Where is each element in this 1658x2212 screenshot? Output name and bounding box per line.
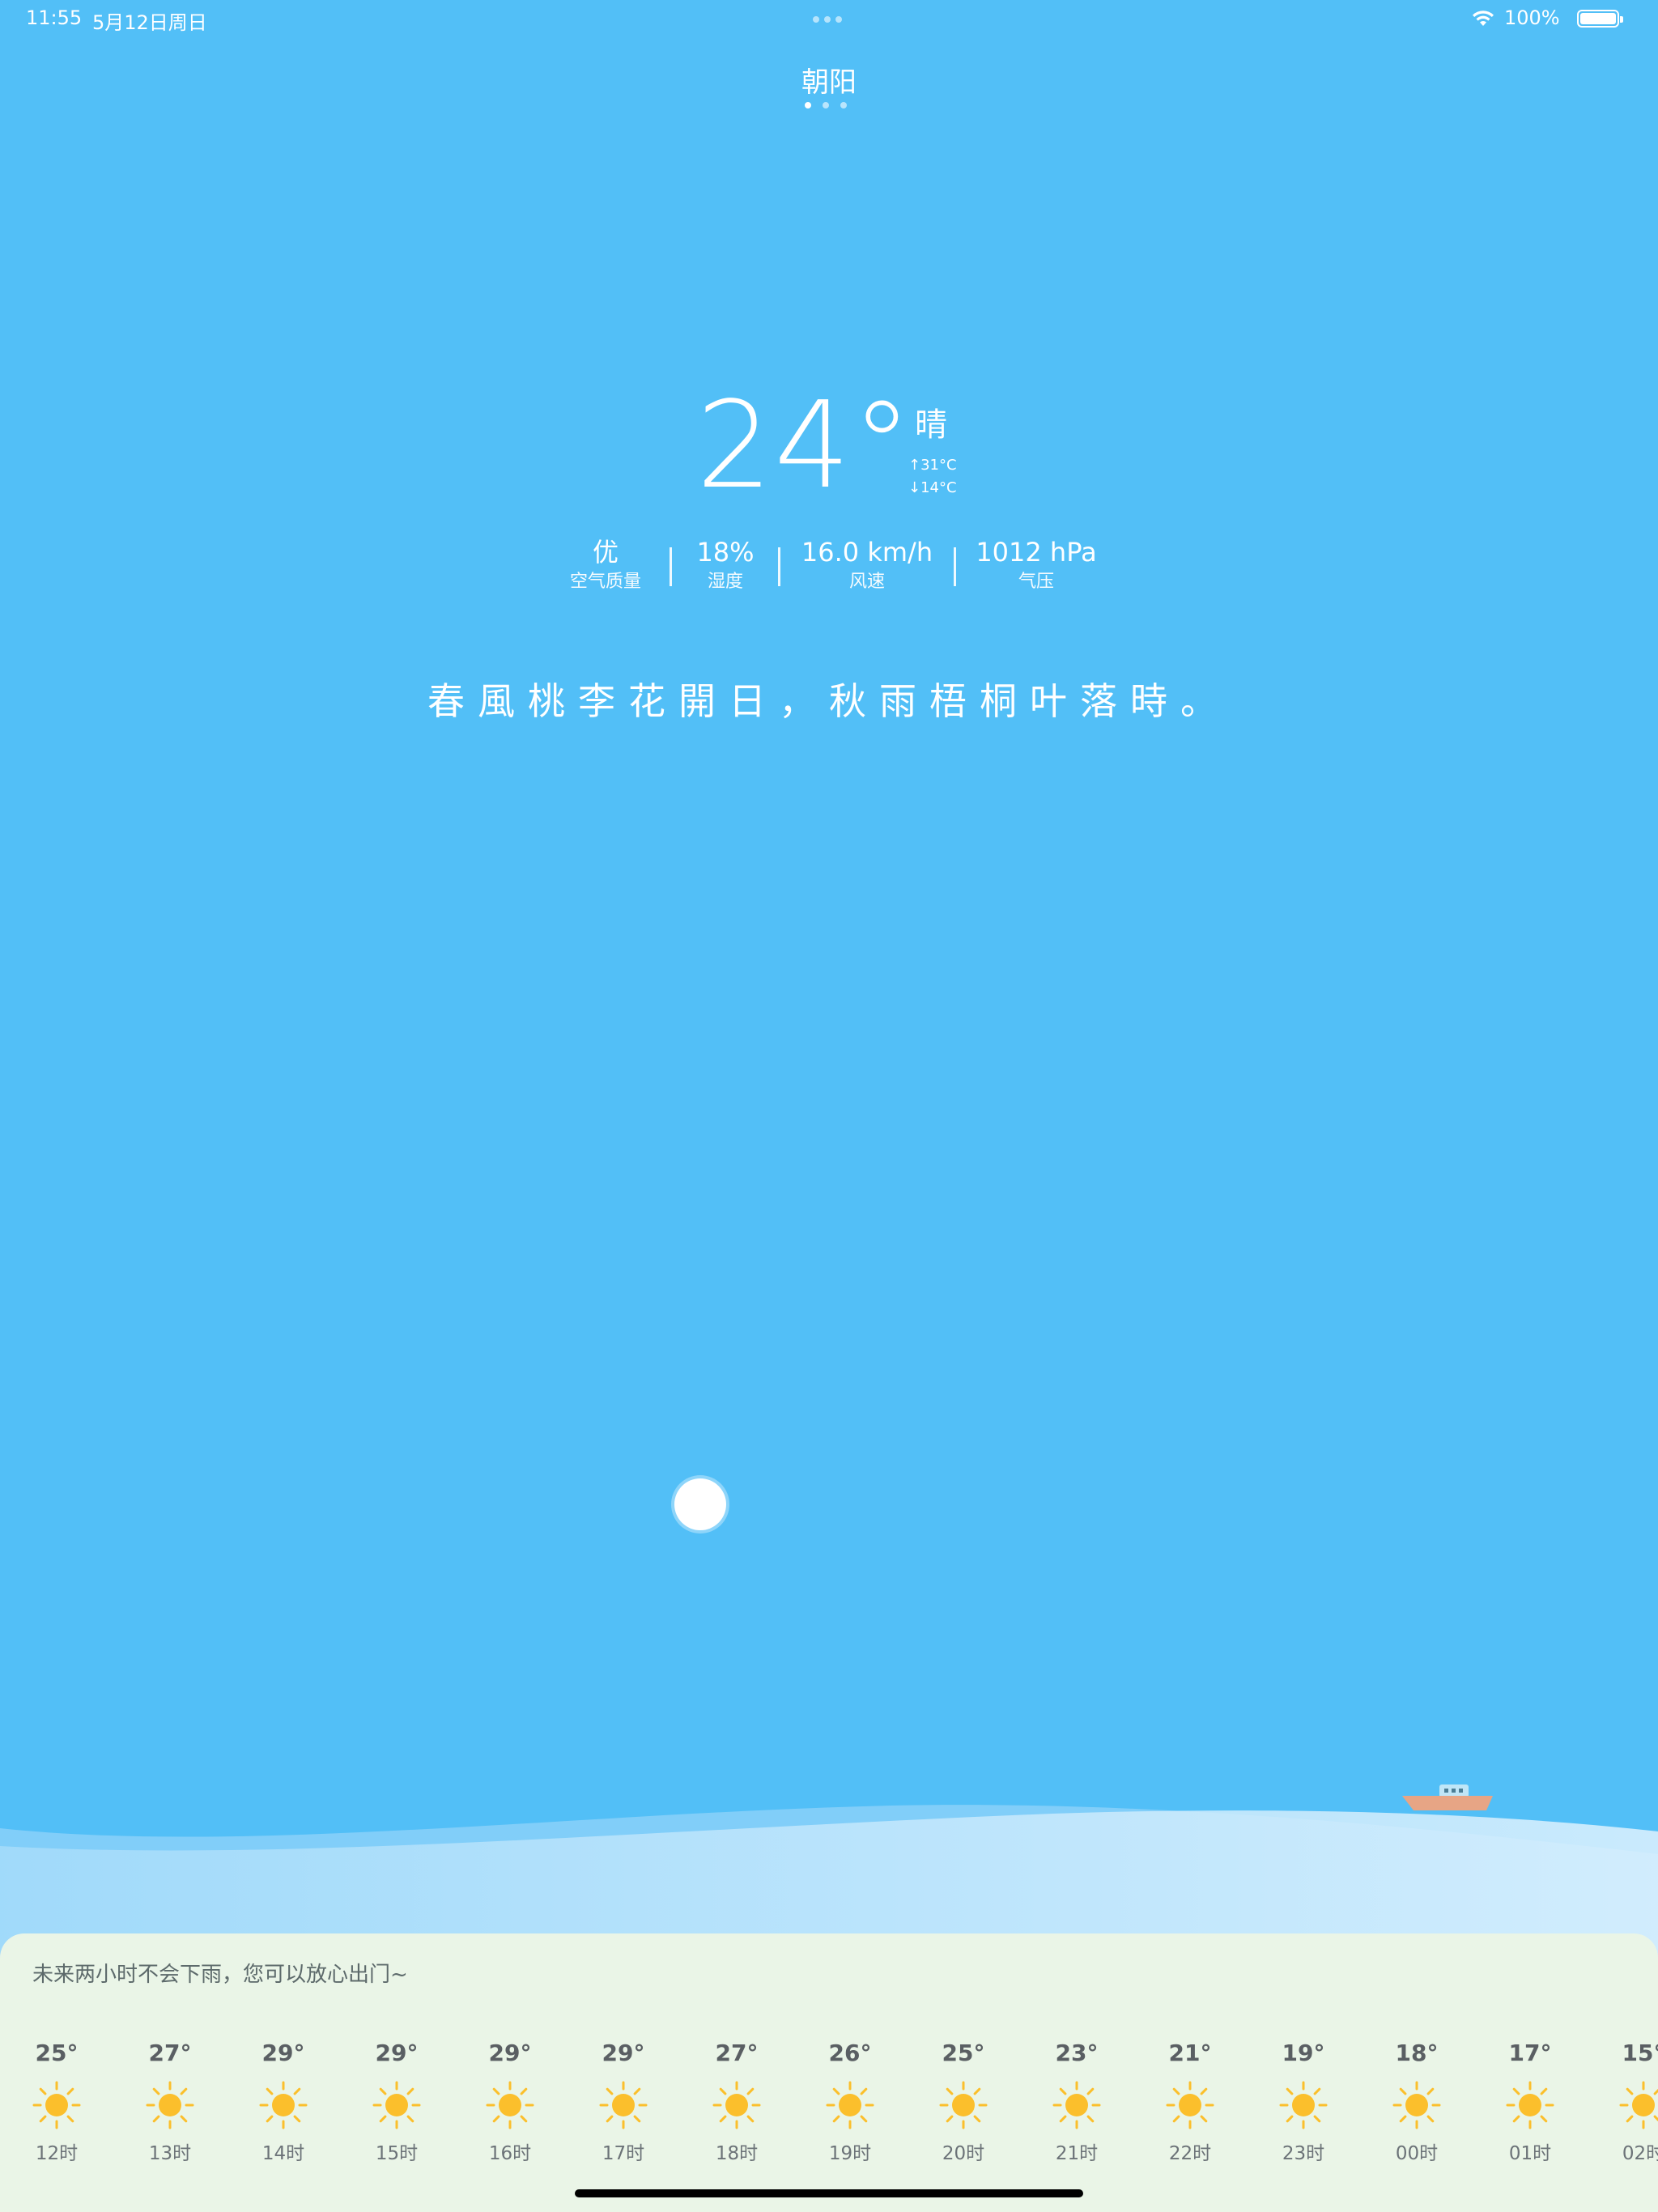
forecast-time: 17时 <box>602 2143 645 2164</box>
sun-icon <box>826 2081 874 2129</box>
stat-wind-speed: 16.0 km/h 风速 <box>790 534 944 594</box>
sun-icon <box>486 2081 534 2129</box>
sun-icon <box>1392 2081 1441 2129</box>
forecast-hour: 27° 13时 <box>121 2037 219 2165</box>
forecast-hour: 27° 18时 <box>688 2037 785 2165</box>
forecast-time: 12时 <box>35 2143 79 2164</box>
battery-percent: 100% <box>1504 6 1560 29</box>
stat-value: 优 <box>592 537 619 568</box>
sun-icon <box>939 2081 988 2129</box>
forecast-time: 16时 <box>488 2143 532 2164</box>
sun-icon <box>712 2081 761 2129</box>
home-indicator[interactable] <box>575 2189 1083 2197</box>
forecast-time: 18时 <box>715 2143 759 2164</box>
forecast-hour: 19° 23时 <box>1255 2037 1352 2165</box>
sun-icon <box>1052 2081 1101 2129</box>
forecast-hour: 29° 14时 <box>235 2037 332 2165</box>
stat-value: 1012 hPa <box>976 537 1097 568</box>
forecast-hour: 29° 17时 <box>575 2037 672 2165</box>
hourly-forecast-panel[interactable]: 未来两小时不会下雨，您可以放心出门~ 25° 12时 27° 13时 29° 14时 29°… <box>0 1933 1658 2212</box>
divider <box>954 547 956 586</box>
forecast-hour: 17° 01时 <box>1482 2037 1579 2165</box>
forecast-time: 20时 <box>942 2143 985 2164</box>
weather-screen: 11:55 5月12日周日 100% 朝阳 24° 晴 ↑31°C ↓14°C <box>0 0 1658 2212</box>
sun-icon <box>32 2081 81 2129</box>
forecast-temperature: 26° <box>828 2040 872 2066</box>
forecast-hour: 26° 19时 <box>801 2037 899 2165</box>
sun-icon <box>1166 2081 1214 2129</box>
forecast-time: 22时 <box>1168 2143 1212 2164</box>
weather-condition: 晴 <box>915 406 947 444</box>
status-time: 11:55 <box>26 6 83 29</box>
forecast-temperature: 18° <box>1395 2040 1439 2066</box>
stat-air-quality: 优 空气质量 <box>557 534 654 594</box>
forecast-temperature: 15° <box>1622 2040 1658 2066</box>
temperature-low: ↓14°C <box>908 479 957 496</box>
status-indicators: 100% <box>1470 6 1632 32</box>
forecast-hour: 25° 12时 <box>8 2037 105 2165</box>
sun-icon <box>1506 2081 1554 2129</box>
forecast-time: 02时 <box>1622 2143 1658 2164</box>
forecast-time: 01时 <box>1508 2143 1552 2164</box>
stat-label: 风速 <box>848 572 885 592</box>
temperature-high: ↑31°C <box>908 457 957 474</box>
forecast-temperature: 17° <box>1508 2040 1552 2066</box>
stat-label: 湿度 <box>707 572 743 592</box>
stat-value: 16.0 km/h <box>801 537 933 568</box>
page-dot <box>823 102 829 108</box>
city-name[interactable]: 朝阳 <box>0 60 1658 100</box>
forecast-time: 13时 <box>148 2143 192 2164</box>
multitasking-dots-icon[interactable] <box>813 16 845 24</box>
forecast-temperature: 27° <box>148 2040 192 2066</box>
forecast-time: 00时 <box>1395 2143 1439 2164</box>
forecast-temperature: 27° <box>715 2040 759 2066</box>
forecast-temperature: 29° <box>488 2040 532 2066</box>
sun-position-icon <box>674 1478 726 1530</box>
sun-icon <box>146 2081 194 2129</box>
forecast-temperature: 23° <box>1055 2040 1099 2066</box>
page-dot-active <box>805 102 811 108</box>
sun-icon <box>372 2081 421 2129</box>
stat-label: 空气质量 <box>569 572 641 592</box>
divider <box>670 547 672 586</box>
sun-icon <box>259 2081 308 2129</box>
forecast-hour: 23° 21时 <box>1028 2037 1125 2165</box>
poem-text: 春風桃李花開日，秋雨梧桐叶落時。 <box>427 679 1231 723</box>
forecast-temperature: 29° <box>602 2040 645 2066</box>
stat-value: 18% <box>696 537 755 568</box>
forecast-temperature: 25° <box>942 2040 985 2066</box>
sun-icon <box>599 2081 648 2129</box>
stat-humidity: 18% 湿度 <box>685 534 766 594</box>
status-date: 5月12日周日 <box>92 11 207 34</box>
forecast-hour: 21° 22时 <box>1141 2037 1239 2165</box>
sun-icon <box>1279 2081 1328 2129</box>
rain-forecast-note: 未来两小时不会下雨，您可以放心出门~ <box>32 1963 408 1987</box>
stat-pressure: 1012 hPa 气压 <box>967 534 1105 594</box>
boat-icon <box>1402 1784 1493 1810</box>
forecast-temperature: 21° <box>1168 2040 1212 2066</box>
page-dot <box>840 102 847 108</box>
forecast-time: 23时 <box>1282 2143 1325 2164</box>
status-bar: 11:55 5月12日周日 100% <box>0 0 1658 39</box>
forecast-hour: 29° 15时 <box>348 2037 445 2165</box>
forecast-hour: 15° 02时 <box>1595 2037 1658 2165</box>
forecast-hour: 25° 20时 <box>915 2037 1012 2165</box>
forecast-temperature: 29° <box>375 2040 419 2066</box>
battery-icon <box>1577 10 1623 28</box>
stat-label: 气压 <box>1018 572 1054 592</box>
forecast-temperature: 29° <box>261 2040 305 2066</box>
page-indicator[interactable] <box>805 102 853 110</box>
forecast-temperature: 25° <box>35 2040 79 2066</box>
forecast-temperature: 19° <box>1282 2040 1325 2066</box>
forecast-time: 21时 <box>1055 2143 1099 2164</box>
wifi-icon <box>1473 11 1494 26</box>
forecast-time: 15时 <box>375 2143 419 2164</box>
current-temperature: 24° <box>696 376 914 515</box>
forecast-hour: 18° 00时 <box>1368 2037 1465 2165</box>
sun-icon <box>1619 2081 1658 2129</box>
forecast-time: 14时 <box>261 2143 305 2164</box>
divider <box>778 547 780 586</box>
forecast-hour: 29° 16时 <box>461 2037 559 2165</box>
forecast-time: 19时 <box>828 2143 872 2164</box>
